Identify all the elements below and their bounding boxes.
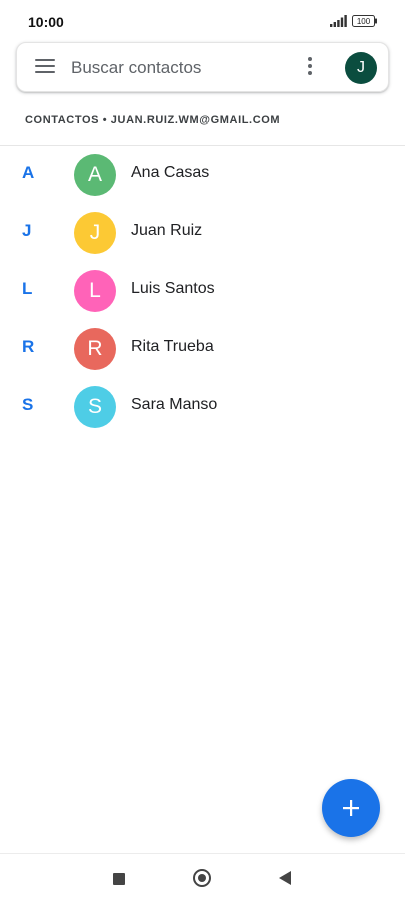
contacts-screen: 10:00 100 Buscar contactos J CONTACTOS •…	[0, 0, 405, 902]
contact-name: Rita Trueba	[131, 338, 214, 355]
plus-icon	[343, 800, 359, 816]
contact-name: Sara Manso	[131, 396, 218, 413]
back-button[interactable]	[279, 871, 291, 885]
more-vert-icon[interactable]	[306, 57, 314, 77]
account-avatar[interactable]: J	[345, 52, 377, 84]
contact-row[interactable]: S S Sara Manso	[0, 378, 405, 436]
contact-row[interactable]: L L Luis Santos	[0, 262, 405, 320]
section-letter: A	[22, 163, 35, 182]
recents-button[interactable]	[113, 873, 125, 885]
section-letter: S	[22, 395, 34, 414]
contact-list: A A Ana Casas J J Juan Ruiz L L Luis San…	[0, 146, 405, 436]
add-contact-button[interactable]	[322, 779, 380, 837]
contact-row[interactable]: R R Rita Trueba	[0, 320, 405, 378]
battery-icon: 100	[352, 15, 377, 27]
section-letter: L	[22, 279, 33, 298]
contact-row[interactable]: A A Ana Casas	[0, 146, 405, 204]
home-button[interactable]	[193, 869, 211, 887]
contact-avatar: S	[74, 386, 116, 428]
menu-icon[interactable]	[35, 59, 55, 75]
signal-icon	[330, 15, 347, 27]
contact-avatar: L	[74, 270, 116, 312]
status-bar: 10:00 100	[0, 0, 405, 42]
contact-avatar: R	[74, 328, 116, 370]
contact-name: Juan Ruiz	[131, 222, 203, 239]
contact-name: Ana Casas	[131, 164, 210, 181]
contact-avatar: J	[74, 212, 116, 254]
contact-name: Luis Santos	[131, 280, 215, 297]
section-letter: J	[22, 221, 32, 240]
account-header: CONTACTOS • JUAN.RUIZ.WM@GMAIL.COM	[25, 114, 281, 126]
navigation-bar	[0, 853, 405, 902]
search-bar[interactable]: Buscar contactos J	[16, 42, 389, 92]
search-input[interactable]: Buscar contactos	[71, 58, 201, 78]
battery-level: 100	[357, 17, 371, 26]
contact-row[interactable]: J J Juan Ruiz	[0, 204, 405, 262]
section-letter: R	[22, 337, 35, 356]
status-time: 10:00	[28, 14, 64, 30]
contact-avatar: A	[74, 154, 116, 196]
